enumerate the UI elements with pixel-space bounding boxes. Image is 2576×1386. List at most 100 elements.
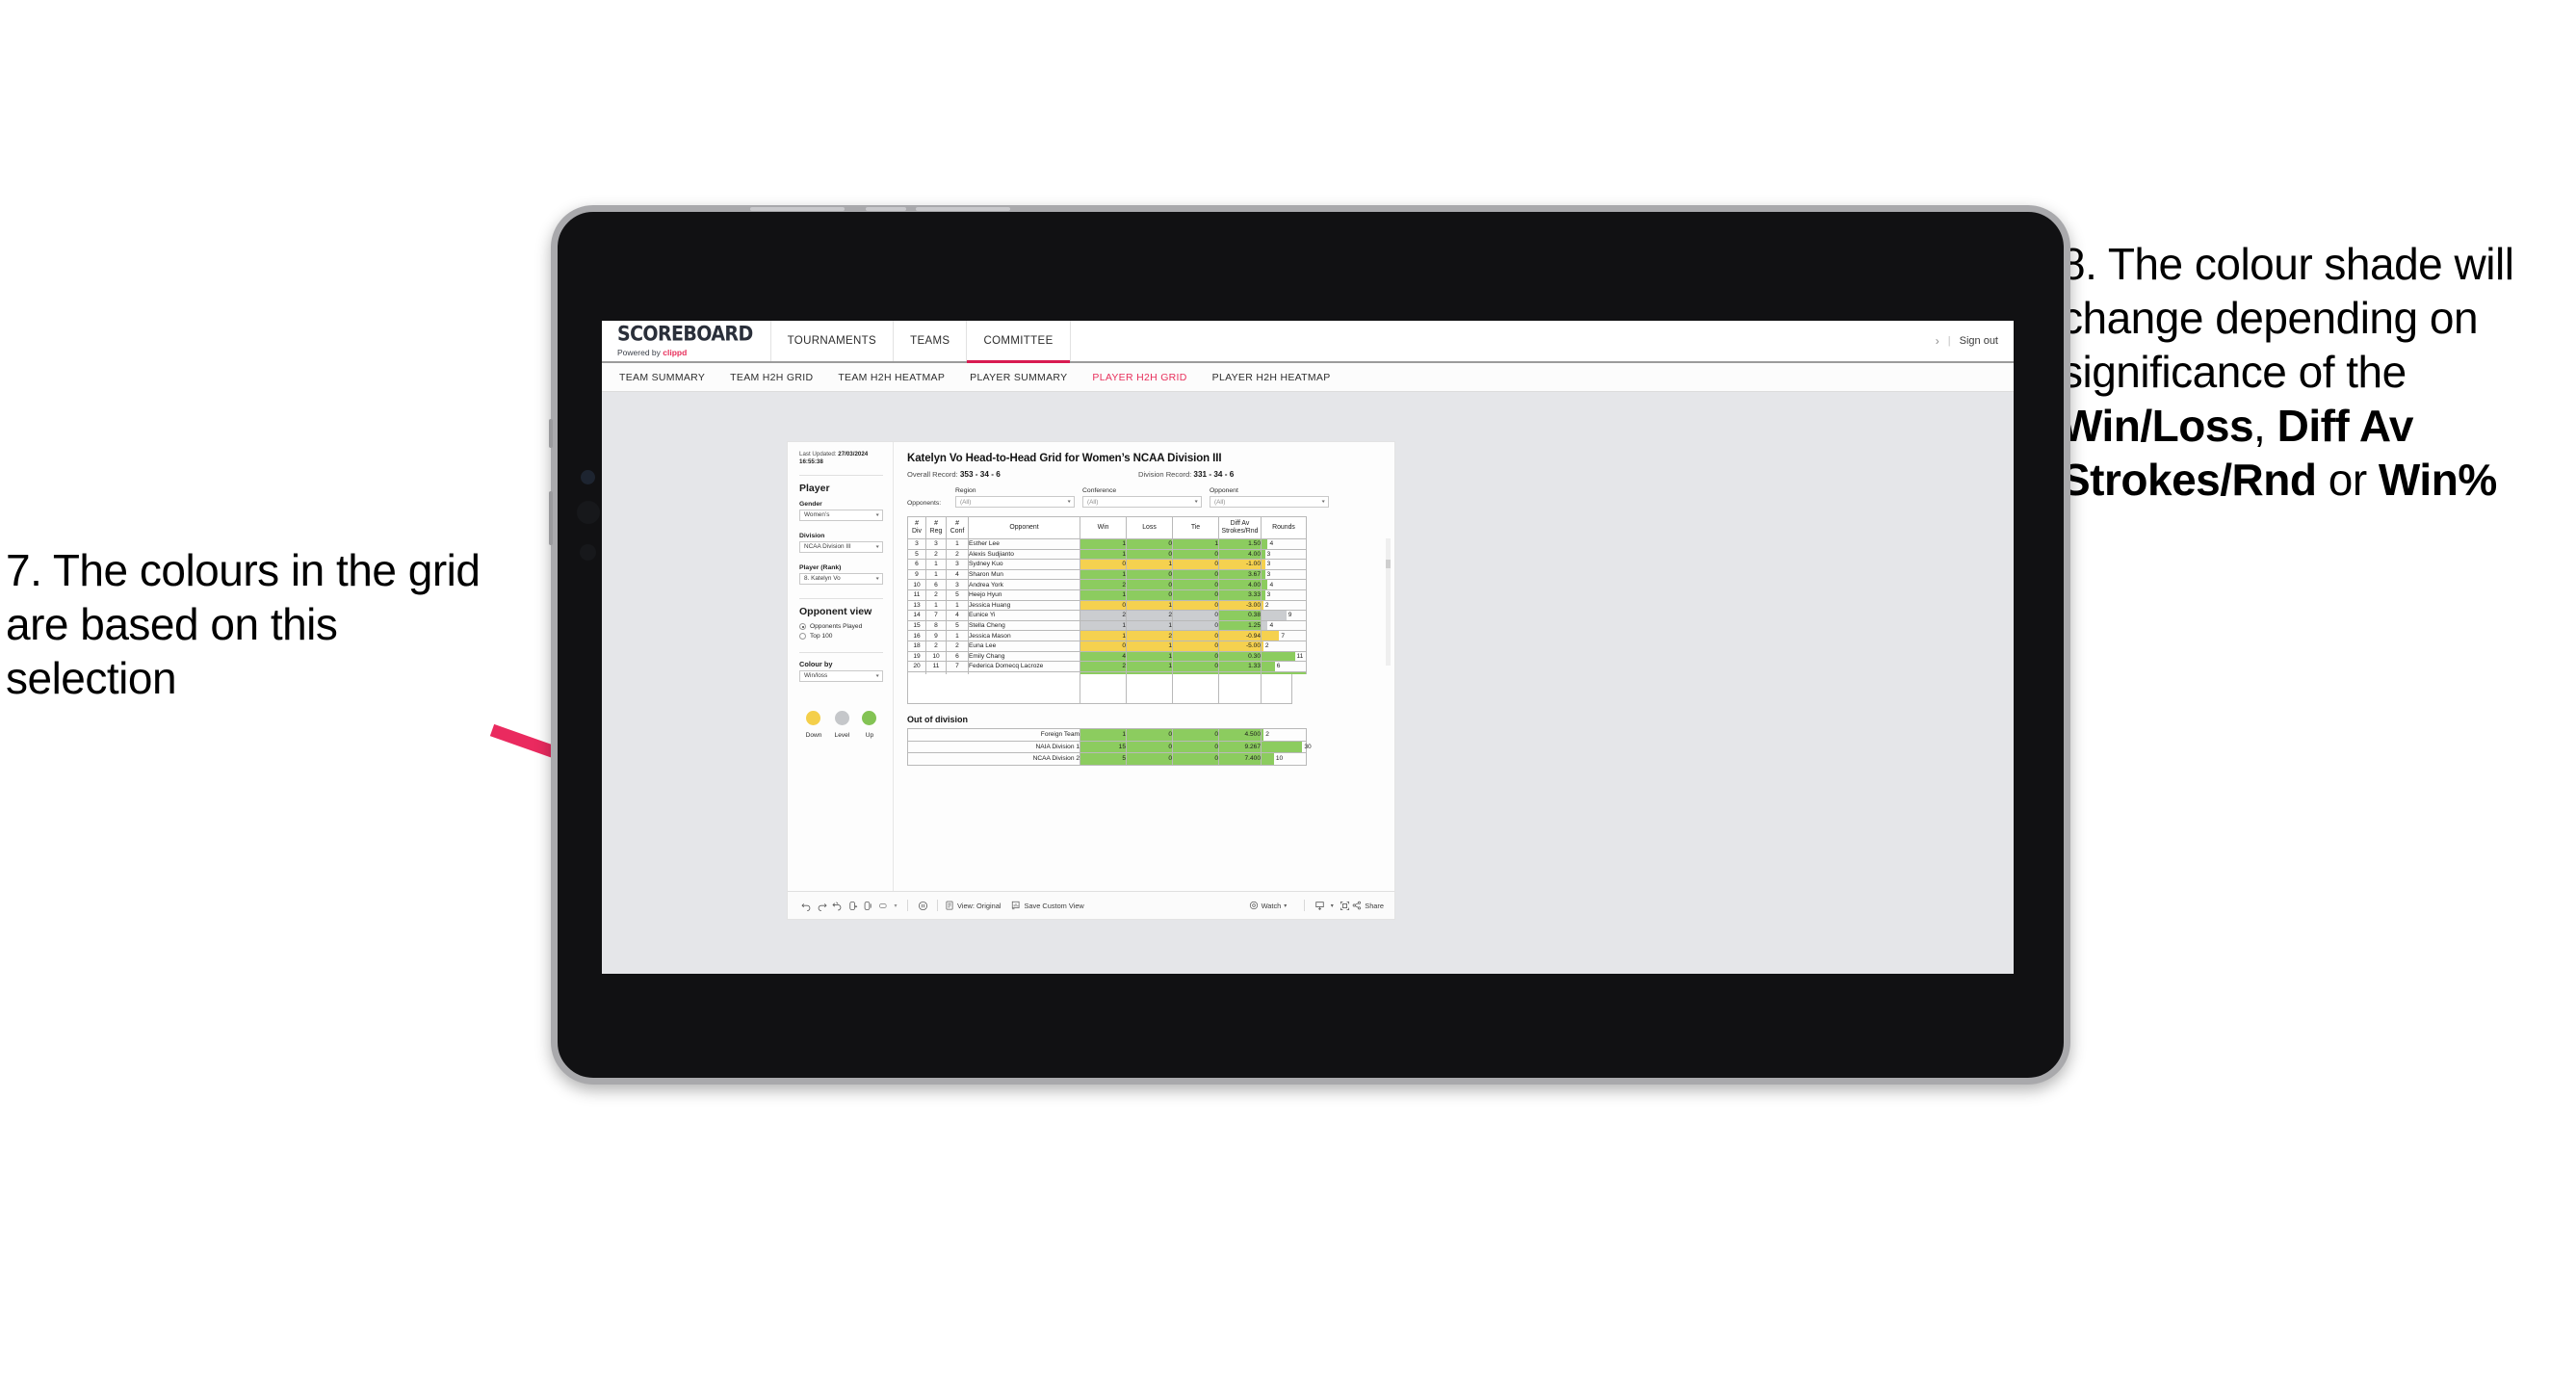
cell-diff: 3.33 [1218,588,1262,601]
download-dropdown-icon[interactable]: ▾ [1327,902,1337,909]
share-button[interactable]: Share [1352,901,1384,910]
download-icon[interactable] [1312,901,1327,911]
top-tab-tournaments[interactable]: TOURNAMENTS [771,321,895,361]
out-of-division-row[interactable]: Foreign Team 1 0 0 4.500 2 [907,728,1307,742]
table-row[interactable]: 9 1 4 Sharon Mun 1 0 0 3.67 3 [907,568,1307,581]
cell-opponent: Sharon Mun [968,568,1080,581]
cell-rounds: 7 [1261,630,1307,641]
device-volume-button [549,419,553,448]
radio-opponents-played-label: Opponents Played [810,623,863,631]
grid-scrollbar-thumb[interactable] [1386,560,1391,568]
out-of-division-row[interactable]: NAIA Division 1 15 0 0 9.267 30 [907,740,1312,754]
region-select[interactable]: (All) ▾ [955,496,1075,508]
cell-loss: 0 [1126,548,1173,561]
table-row[interactable]: 5 2 2 Alexis Sudjianto 1 0 0 4.00 3 [907,548,1307,561]
revert-icon[interactable] [829,901,845,911]
grid-scrollbar[interactable] [1386,538,1391,666]
fullscreen-icon[interactable] [1337,901,1352,911]
cell-div: 10 [907,579,926,590]
highlight-dropdown-icon[interactable]: ▾ [891,902,900,909]
rounds-bar [1262,611,1287,620]
cell-diff: 1.50 [1218,538,1262,550]
region-label: Region [955,487,976,494]
device-sensor [577,501,600,524]
conference-select[interactable]: (All) ▾ [1082,496,1202,508]
rounds-value: 2 [1264,601,1269,609]
cell-win: 1 [1080,538,1127,550]
top-tab-teams[interactable]: TEAMS [894,321,968,361]
table-row[interactable]: 15 8 5 Stella Cheng 1 1 0 1.25 4 [907,619,1307,632]
gender-select[interactable]: Women’s ▾ [799,509,883,521]
player-rank-label: Player (Rank) [799,563,842,571]
cell-loss: 1 [1126,661,1173,672]
cell-conf: 3 [946,559,969,570]
sub-tab-team-h2h-grid[interactable]: TEAM H2H GRID [730,372,813,383]
table-row[interactable]: 3 3 1 Esther Lee 1 0 1 1.50 4 [907,538,1307,550]
refresh-data-icon[interactable] [845,901,860,911]
cell-win: 0 [1080,599,1127,612]
rounds-value: 3 [1266,561,1271,568]
sub-tab-player-summary[interactable]: PLAYER SUMMARY [970,372,1067,383]
sign-out-link[interactable]: Sign out [1960,335,1998,347]
watch-button[interactable]: Watch ▾ [1249,901,1287,910]
cell-reg: 8 [925,619,947,632]
grid-col-header-6[interactable]: Loss [1126,516,1173,539]
colour-by-select[interactable]: Win/loss ▾ [799,669,883,682]
brand-logo[interactable]: SCOREBOARD Powered by clippd [602,321,771,361]
table-row[interactable]: 6 1 3 Sydney Kuo 0 1 0 -1.00 3 [907,559,1307,570]
opponent-select[interactable]: (All) ▾ [1210,496,1329,508]
rounds-value: 7 [1281,632,1286,640]
rounds-value: 4 [1269,622,1274,630]
radio-opponents-played[interactable]: Opponents Played [799,623,883,631]
gender-label: Gender [799,500,822,508]
grid-col-header-9[interactable]: Rounds [1261,516,1307,539]
conference-label: Conference [1082,487,1117,494]
grid-col-header-5[interactable]: Win [1080,516,1127,539]
highlight-icon[interactable] [875,901,891,911]
cell-win: 0 [1080,640,1127,652]
radio-top-100[interactable]: Top 100 [799,632,883,640]
sub-tab-player-h2h-heatmap[interactable]: PLAYER H2H HEATMAP [1212,372,1331,383]
table-row[interactable]: 14 7 4 Eunice Yi 2 2 0 0.38 9 [907,610,1307,621]
table-row[interactable]: 13 1 1 Jessica Huang 0 1 0 -3.00 2 [907,599,1307,612]
grid-col-header-4[interactable]: Opponent [968,516,1080,539]
cell-tie: 0 [1172,548,1219,561]
pause-data-icon[interactable] [860,901,875,911]
table-row[interactable]: 18 2 2 Euna Lee 0 1 0 -5.00 2 [907,640,1307,652]
table-row[interactable]: 10 6 3 Andrea York 2 0 0 4.00 4 [907,579,1307,590]
cell-ood-name: Foreign Team [907,728,1080,742]
cell-win: 1 [1080,619,1127,632]
view-original-button[interactable]: View: Original [945,901,1001,910]
redo-icon[interactable] [814,901,829,911]
sub-tab-team-summary[interactable]: TEAM SUMMARY [619,372,705,383]
top-tab-committee[interactable]: COMMITTEE [967,321,1071,363]
grid-col-header-3[interactable]: # Conf [946,516,969,539]
division-select[interactable]: NCAA Division III ▾ [799,540,883,553]
sub-tab-player-h2h-grid[interactable]: PLAYER H2H GRID [1092,372,1186,383]
table-row[interactable]: 19 10 6 Emily Chang 4 1 0 0.30 11 [907,650,1307,663]
rounds-bar [1262,753,1274,765]
cell-tie: 0 [1172,661,1219,672]
cell-rounds: 3 [1261,588,1307,601]
undo-icon[interactable] [798,901,814,911]
pause-auto-update-icon[interactable] [915,901,930,911]
header-account-area: › | Sign out [1936,321,2014,361]
chevron-right-icon[interactable]: › [1936,334,1939,348]
grid-col-header-7[interactable]: Tie [1172,516,1219,539]
table-row[interactable]: 20 11 7 Federica Domecq Lacroze 2 1 0 1.33 6 [907,661,1307,672]
sub-tab-team-h2h-heatmap[interactable]: TEAM H2H HEATMAP [838,372,945,383]
brand-sub-prefix: Powered by [617,347,664,357]
out-of-division-row[interactable]: NCAA Division 2 5 0 0 7.400 10 [907,752,1307,766]
cell-div: 18 [907,640,926,652]
table-row[interactable]: 11 2 5 Heejo Hyun 1 0 0 3.33 3 [907,588,1307,601]
cell-win: 2 [1080,610,1127,621]
table-row[interactable]: 16 9 1 Jessica Mason 1 2 0 -0.94 7 [907,630,1307,641]
cell-ood-tie: 0 [1172,740,1219,754]
player-rank-select[interactable]: 8. Katelyn Vo ▾ [799,572,883,585]
save-custom-view-button[interactable]: Save Custom View [1011,901,1084,910]
grid-col-header-2[interactable]: # Reg [925,516,947,539]
grid-col-header-1[interactable]: # Div [907,516,926,539]
cell-reg: 1 [925,599,947,612]
grid-col-header-8[interactable]: Diff Av Strokes/Rnd [1218,516,1262,539]
